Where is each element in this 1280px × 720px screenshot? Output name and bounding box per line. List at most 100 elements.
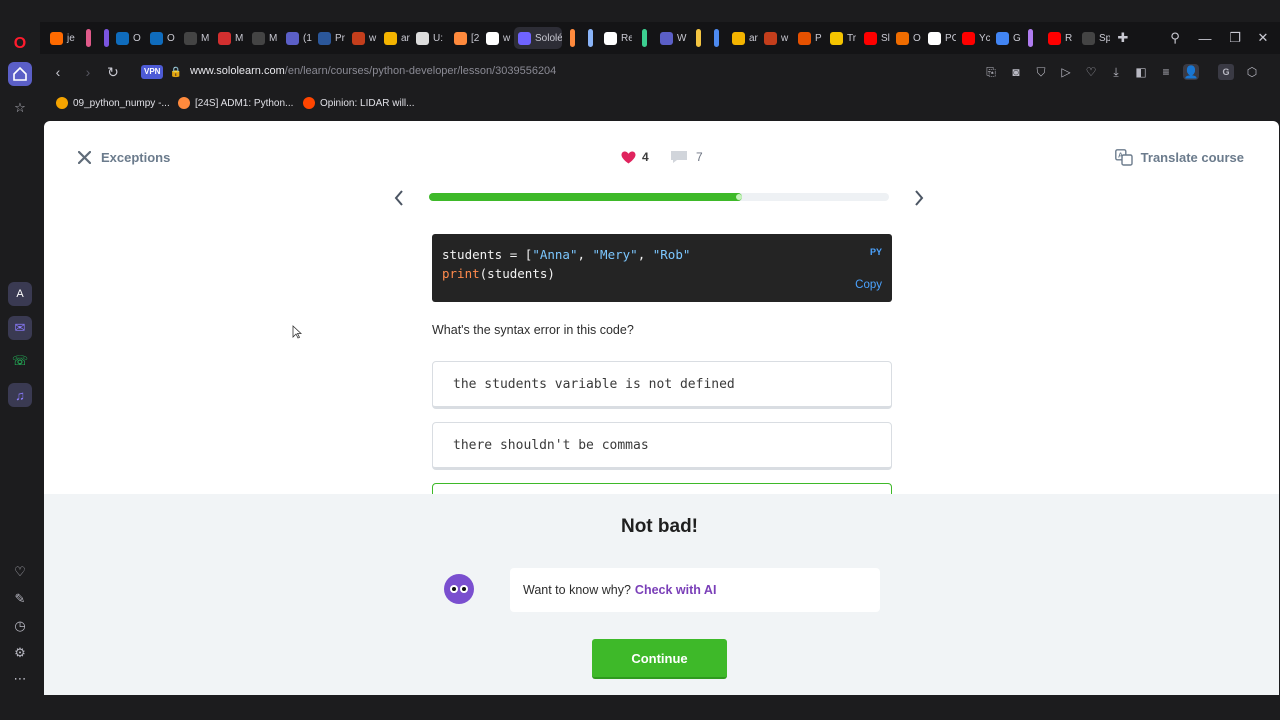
browser-tab[interactable]: U: (412, 27, 444, 49)
new-tab-button[interactable]: ✚ (1114, 29, 1132, 47)
download-icon[interactable]: ⤓ (1108, 64, 1124, 80)
tab-group-indicator[interactable] (1028, 29, 1033, 47)
search-tabs-icon[interactable]: ⚲ (1166, 29, 1184, 47)
home-icon[interactable] (8, 62, 32, 86)
answer-option[interactable]: there shouldn't be commas (432, 422, 892, 470)
copy-code-button[interactable]: Copy (855, 276, 882, 295)
bookmark-item[interactable]: 09_python_numpy -... (56, 97, 170, 109)
shield-icon[interactable]: ⛉ (1033, 64, 1049, 80)
browser-tab[interactable]: O (146, 27, 178, 49)
tab-group-indicator[interactable] (642, 29, 647, 47)
url-host: www.sololearn.com (190, 65, 285, 77)
edit-icon[interactable]: ✎ (8, 587, 32, 611)
vpn-badge[interactable]: VPN (141, 65, 164, 79)
more-icon[interactable]: ⋯ (8, 667, 32, 691)
browser-tab[interactable]: W (656, 27, 688, 49)
whatsapp-icon[interactable]: ☏ (8, 349, 32, 373)
browser-tab[interactable]: je (46, 27, 78, 49)
browser-tab[interactable]: M (180, 27, 212, 49)
comments-button[interactable]: 7 (670, 150, 703, 164)
hearts-counter[interactable]: 4 (621, 150, 649, 164)
feedback-title: Not bad! (620, 516, 699, 537)
browser-tab[interactable]: O (892, 27, 924, 49)
tab-label: w (503, 32, 511, 44)
browser-tab[interactable]: ar (728, 27, 760, 49)
answer-option[interactable]: the students variable is not defined (432, 361, 892, 409)
favorite-icon[interactable]: ♡ (1083, 64, 1099, 80)
browser-tab[interactable]: PC (924, 27, 956, 49)
history-icon[interactable]: ◷ (8, 614, 32, 638)
mascot-eye (450, 585, 458, 593)
star-icon[interactable]: ☆ (8, 96, 32, 120)
lock-icon[interactable]: 🔒 (167, 63, 185, 81)
browser-tab[interactable]: [2 (450, 27, 482, 49)
browser-tab[interactable]: R (1044, 27, 1076, 49)
tab-label: O (167, 32, 175, 44)
tab-group-indicator[interactable] (570, 29, 575, 47)
tab-label: Sp (1099, 32, 1110, 44)
browser-tab[interactable]: Yc (958, 27, 990, 49)
close-lesson-button[interactable]: Exceptions (78, 150, 170, 165)
wallet-icon[interactable]: ◧ (1133, 64, 1149, 80)
profile-icon[interactable]: 👤 (1183, 64, 1199, 80)
browser-tab[interactable]: Sololé (514, 27, 562, 49)
messenger-icon[interactable]: ✉ (8, 316, 32, 340)
browser-tab[interactable]: M (214, 27, 246, 49)
tab-group-indicator[interactable] (588, 29, 593, 47)
url-field[interactable]: www.sololearn.com/en/learn/courses/pytho… (190, 65, 556, 77)
browser-tab[interactable]: ar (380, 27, 412, 49)
browser-tab[interactable]: G (992, 27, 1024, 49)
check-with-ai-link[interactable]: Check with AI (635, 583, 717, 597)
settings-icon[interactable]: ⚙ (8, 641, 32, 665)
reload-button[interactable]: ↻ (104, 63, 122, 81)
bookmark-item[interactable]: Opinion: LIDAR will... (303, 97, 414, 109)
browser-tab[interactable]: Sp (1078, 27, 1110, 49)
tab-favicon-icon (660, 31, 673, 45)
tab-group-indicator[interactable] (696, 29, 701, 47)
minimize-button[interactable]: — (1196, 29, 1214, 47)
browser-tab[interactable]: P (794, 27, 826, 49)
browser-tab[interactable]: (1 (282, 27, 314, 49)
bookmark-item[interactable]: [24S] ADM1: Python... (178, 97, 293, 109)
play-icon[interactable]: ▷ (1058, 64, 1074, 80)
tab-group-indicator[interactable] (714, 29, 719, 47)
extensions-icon[interactable]: ⬡ (1244, 64, 1260, 80)
heart-icon[interactable]: ♡ (8, 560, 32, 584)
tab-favicon-icon (416, 31, 429, 45)
translate-course-button[interactable]: A Translate course (1114, 149, 1244, 166)
previous-step-button[interactable] (391, 187, 407, 209)
browser-tab[interactable]: Re (600, 27, 632, 49)
tab-strip: je O O M M M (1 Pr w ar U: [2 w Sololé Re War w P Tr Sl O PC Y… (40, 22, 1280, 54)
camera-icon[interactable]: ◙ (1008, 64, 1024, 80)
opera-logo-icon[interactable]: O (8, 32, 32, 56)
tab-group-indicator[interactable] (104, 29, 109, 47)
tab-group-indicator[interactable] (86, 29, 91, 47)
tab-favicon-icon (732, 31, 745, 45)
extension-g-icon[interactable]: G (1218, 64, 1234, 80)
mouse-cursor-icon (292, 325, 302, 339)
next-step-button[interactable] (911, 187, 927, 209)
browser-tab[interactable]: w (348, 27, 380, 49)
browser-tab[interactable]: Sl (860, 27, 892, 49)
tab-favicon-icon (996, 31, 1009, 45)
bookmark-icon (178, 97, 190, 109)
tab-favicon-icon (352, 31, 365, 45)
browser-tab[interactable]: w (760, 27, 792, 49)
continue-button[interactable]: Continue (592, 639, 727, 679)
browser-tab[interactable]: Tr (826, 27, 858, 49)
aria-icon[interactable]: A (8, 282, 32, 306)
browser-tab[interactable]: O (112, 27, 144, 49)
forward-button[interactable]: › (79, 63, 97, 81)
tab-label: P (815, 32, 822, 44)
browser-tab[interactable]: M (248, 27, 280, 49)
browser-tab[interactable]: w (482, 27, 514, 49)
snapshot-icon[interactable]: ⎘ (983, 64, 999, 80)
close-window-button[interactable]: ✕ (1254, 29, 1272, 47)
menu-icon[interactable]: ≡ (1158, 64, 1174, 80)
browser-tab[interactable]: Pr (314, 27, 346, 49)
back-button[interactable]: ‹ (49, 63, 67, 81)
lesson-progress-fill (429, 193, 742, 201)
restore-button[interactable]: ❐ (1226, 29, 1244, 47)
lesson-progress-bar (429, 193, 889, 201)
music-icon[interactable]: ♫ (8, 383, 32, 407)
